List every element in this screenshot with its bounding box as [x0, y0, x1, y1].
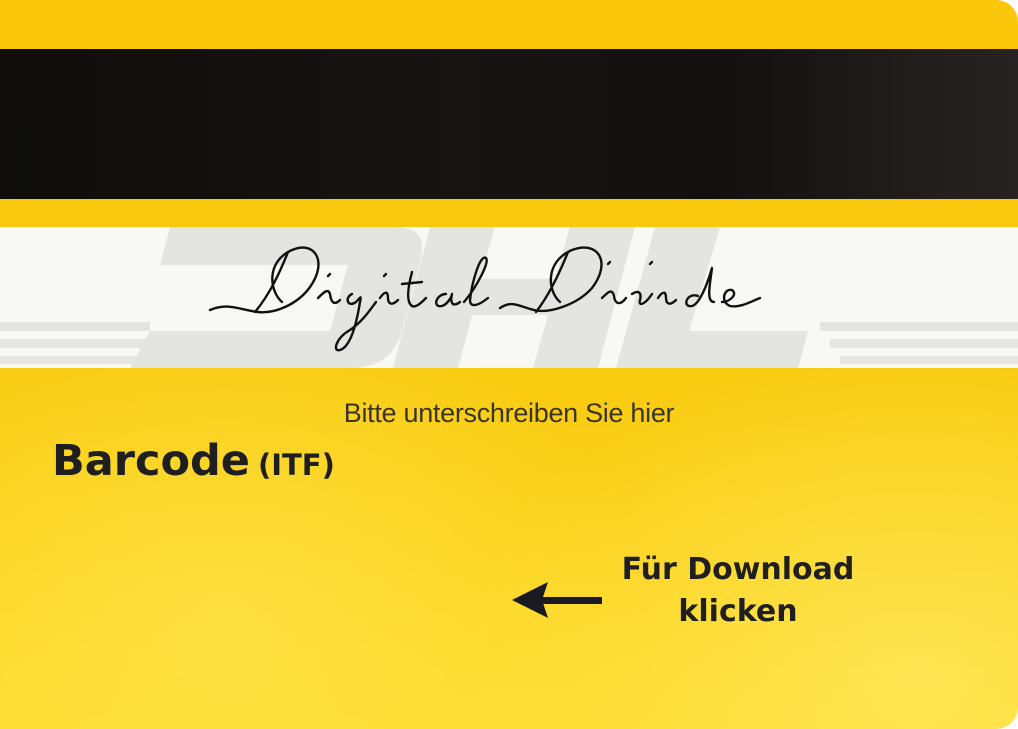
- sign-here-label: Bitte unterschreiben Sie hier: [343, 398, 675, 428]
- barcode-title: Barcode: [52, 436, 250, 486]
- download-label-line2: klicken: [678, 594, 798, 629]
- handwritten-signature: [208, 246, 762, 352]
- card-back: Bitte unterschreiben Sie hier Barcode (IT…: [0, 0, 1018, 729]
- magnetic-stripe: [0, 49, 1018, 199]
- barcode-heading: Barcode (ITF): [52, 436, 335, 486]
- barcode-type: (ITF): [257, 448, 335, 482]
- arrow-left-icon: [512, 582, 602, 618]
- download-button[interactable]: Für Download klicken: [598, 549, 878, 633]
- download-label-line1: Für Download: [621, 552, 855, 587]
